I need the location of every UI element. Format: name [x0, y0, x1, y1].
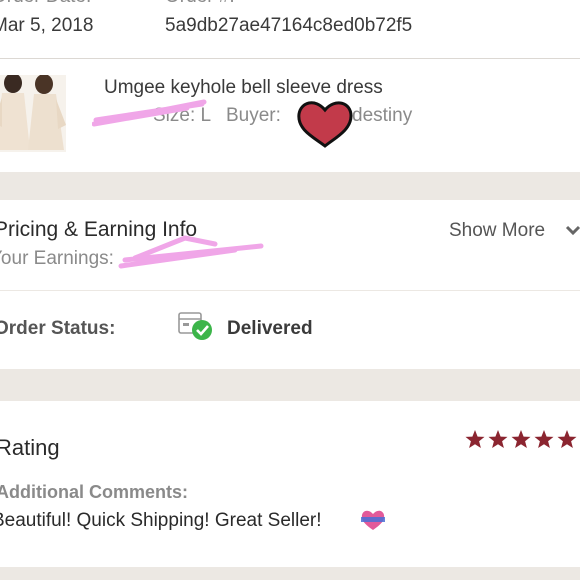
heart-emoji-icon — [361, 510, 385, 530]
order-date-value: Mar 5, 2018 — [0, 15, 94, 36]
order-details-card: Order Date: Mar 5, 2018 Order #: 5a9db27… — [0, 0, 580, 172]
additional-comments-text: Beautiful! Quick Shipping! Great Seller! — [0, 510, 322, 531]
earnings-label: Your Earnings: — [0, 248, 114, 269]
rating-title: Rating — [0, 435, 60, 460]
delivered-box-icon — [178, 312, 212, 340]
order-divider — [0, 58, 580, 59]
star-icon — [511, 430, 531, 448]
order-number-value: 5a9db27ae47164c8ed0b72f5 — [165, 15, 413, 36]
buyer-label: Buyer: — [226, 105, 281, 126]
buyer-username[interactable]: destiny — [352, 105, 412, 127]
order-status-card: Order Status: Delivered — [0, 291, 580, 369]
item-thumbnail[interactable] — [0, 75, 66, 152]
order-date-label: Order Date: — [0, 0, 91, 8]
pricing-card[interactable]: Pricing & Earning Info Your Earnings: Sh… — [0, 200, 580, 290]
star-icon — [534, 430, 554, 448]
star-icon — [465, 430, 485, 448]
additional-comments-label: Additional Comments: — [0, 482, 188, 502]
heart-sticker-icon — [297, 101, 353, 148]
star-rating — [465, 429, 577, 456]
item-title[interactable]: Umgee keyhole bell sleeve dress — [104, 77, 383, 99]
order-number-label: Order #: — [165, 0, 235, 8]
star-icon — [488, 430, 508, 448]
rating-card: Rating Additional Comments: Beautiful! Q… — [0, 401, 580, 567]
redaction-scribble — [118, 235, 264, 269]
star-icon — [557, 430, 577, 448]
show-more-link[interactable]: Show More — [449, 220, 545, 242]
order-status-label: Order Status: — [0, 318, 116, 339]
redaction-scribble — [92, 99, 207, 127]
order-status-value: Delivered — [227, 318, 313, 339]
chevron-down-icon[interactable] — [565, 225, 580, 237]
